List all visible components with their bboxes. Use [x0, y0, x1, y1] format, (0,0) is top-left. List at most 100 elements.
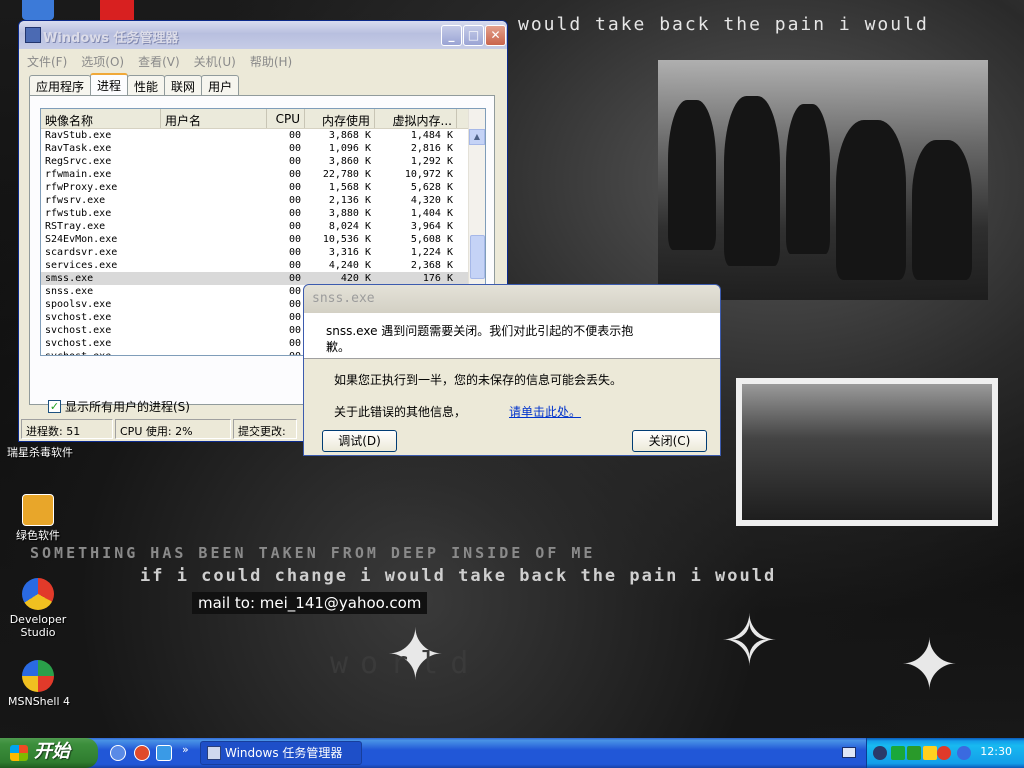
keyboard-icon[interactable]: [842, 747, 856, 758]
process-vm: 4,320 K: [410, 195, 453, 206]
process-name: RegSrvc.exe: [45, 156, 112, 167]
process-user: [161, 168, 267, 181]
start-button[interactable]: 开始: [0, 738, 98, 768]
tray-antivirus-icon[interactable]: [937, 746, 951, 760]
wallpaper-lyric-change: if i could change i would take back the …: [140, 566, 777, 586]
error-dialog[interactable]: snss.exe snss.exe 遇到问题需要关闭。我们对此引起的不便表示抱歉…: [303, 284, 721, 456]
scrollbar-thumb[interactable]: [470, 235, 485, 279]
task-manager-icon: [25, 27, 41, 43]
process-cpu: 00: [288, 182, 301, 193]
process-name: rfwstub.exe: [45, 208, 112, 219]
dragonfly-graphic: ✧: [720, 600, 779, 682]
table-row[interactable]: scardsvr.exe 00 3,316 K 1,224 K: [41, 246, 485, 259]
tab-processes[interactable]: 进程: [90, 73, 129, 95]
menu-help[interactable]: 帮助(H): [250, 53, 292, 70]
process-name: snss.exe: [45, 286, 94, 297]
debug-button[interactable]: 调试(D): [322, 430, 397, 452]
menu-file[interactable]: 文件(F): [27, 53, 67, 70]
tab-users[interactable]: 用户: [201, 75, 240, 95]
process-name: spoolsv.exe: [45, 299, 112, 310]
taskbar-button-label: Windows 任务管理器: [225, 746, 343, 760]
tray-app-icon[interactable]: [907, 746, 921, 760]
maximize-button[interactable]: □: [463, 25, 484, 46]
show-all-users-option[interactable]: ✓ 显示所有用户的进程(S): [48, 398, 190, 415]
process-name: svchost.exe: [41, 350, 161, 355]
tray-hide-arrow-icon[interactable]: [873, 746, 887, 760]
table-row[interactable]: RavStub.exe 00 3,868 K 1,484 K: [41, 129, 485, 142]
column-header-user-name[interactable]: 用户名: [161, 109, 267, 128]
desktop-icon-partial[interactable]: [22, 0, 54, 20]
column-header-vm-size[interactable]: 虚拟内存...: [375, 109, 457, 128]
window-title: Windows 任务管理器: [43, 31, 179, 46]
table-row[interactable]: rfwProxy.exe 00 1,568 K 5,628 K: [41, 181, 485, 194]
tray-app-icon[interactable]: [923, 746, 937, 760]
process-user: [161, 233, 267, 246]
table-row[interactable]: S24EvMon.exe 00 10,536 K 5,608 K: [41, 233, 485, 246]
band-member-figure: [836, 120, 906, 280]
column-header-mem-usage[interactable]: 内存使用: [305, 109, 375, 128]
tab-networking[interactable]: 联网: [164, 75, 203, 95]
process-user: [161, 142, 267, 155]
process-user: [161, 324, 267, 337]
table-row[interactable]: rfwmain.exe 00 22,780 K 10,972 K: [41, 168, 485, 181]
taskbar-button-task-manager[interactable]: Windows 任务管理器: [200, 741, 362, 765]
process-list-header: 映像名称 用户名 CPU 内存使用 虚拟内存...: [41, 109, 485, 129]
process-vm: 1,404 K: [410, 208, 453, 219]
process-user: [161, 246, 267, 259]
more-info-link[interactable]: 请单击此处。: [509, 403, 581, 420]
process-user: [161, 207, 267, 220]
tray-network-icon[interactable]: [891, 746, 905, 760]
desktop-icon-green-software[interactable]: 绿色软件: [8, 494, 68, 542]
process-mem: 3,868 K: [328, 130, 371, 141]
desktop-icon-partial[interactable]: [100, 0, 134, 20]
process-cpu: 00: [288, 143, 301, 154]
clock: 12:30: [980, 745, 1012, 758]
task-manager-titlebar[interactable]: Windows 任务管理器 _ □ ✕: [19, 21, 507, 49]
tab-applications[interactable]: 应用程序: [29, 75, 92, 95]
tab-performance[interactable]: 性能: [127, 75, 166, 95]
process-vm: 5,628 K: [410, 182, 453, 193]
column-header-image-name[interactable]: 映像名称: [41, 109, 161, 128]
tray-app-icon[interactable]: [957, 746, 971, 760]
close-window-button[interactable]: ✕: [485, 25, 506, 46]
task-manager-icon: [207, 746, 221, 760]
process-user: [161, 272, 267, 285]
quicklaunch-ie-icon[interactable]: [156, 745, 172, 761]
process-mem: 1,096 K: [328, 143, 371, 154]
process-mem: 4,240 K: [328, 260, 371, 271]
desktop-icon-msnshell[interactable]: MSNShell 4: [8, 660, 70, 708]
process-cpu: 00: [267, 350, 305, 355]
show-all-users-checkbox[interactable]: ✓: [48, 400, 61, 413]
desktop-icon-developer-studio[interactable]: Developer Studio: [8, 578, 68, 639]
quicklaunch-chevron[interactable]: »: [182, 743, 189, 756]
process-user: [161, 311, 267, 324]
process-vm: 1,484 K: [410, 130, 453, 141]
table-row[interactable]: RSTray.exe 00 8,024 K 3,964 K: [41, 220, 485, 233]
process-vm: 10,972 K: [404, 169, 453, 180]
menu-shutdown[interactable]: 关机(U): [194, 53, 236, 70]
column-header-cpu[interactable]: CPU: [267, 109, 305, 128]
minimize-button[interactable]: _: [441, 25, 462, 46]
close-button[interactable]: 关闭(C): [632, 430, 707, 452]
table-row[interactable]: rfwsrv.exe 00 2,136 K 4,320 K: [41, 194, 485, 207]
quicklaunch-ie-icon[interactable]: [110, 745, 126, 761]
process-user: [161, 129, 267, 142]
process-mem: 2,136 K: [328, 195, 371, 206]
scroll-up-button[interactable]: ▲: [469, 129, 485, 145]
process-cpu: 00: [288, 195, 301, 206]
menu-view[interactable]: 查看(V): [138, 53, 180, 70]
desktop-icon-rising-antivirus[interactable]: 瑞星杀毒软件: [0, 446, 80, 459]
process-mem: 1,568 K: [328, 182, 371, 193]
table-row[interactable]: rfwstub.exe 00 3,880 K 1,404 K: [41, 207, 485, 220]
process-user: [161, 337, 267, 350]
menu-options[interactable]: 选项(O): [81, 53, 124, 70]
table-row[interactable]: RavTask.exe 00 1,096 K 2,816 K: [41, 142, 485, 155]
dialog-title: snss.exe: [312, 291, 375, 306]
band-member-figure: [724, 96, 780, 266]
band-member-figure: [668, 100, 716, 250]
error-dialog-titlebar[interactable]: snss.exe: [304, 285, 720, 313]
table-row[interactable]: services.exe 00 4,240 K 2,368 K: [41, 259, 485, 272]
quicklaunch-app-icon[interactable]: [134, 745, 150, 761]
process-name: services.exe: [45, 260, 118, 271]
table-row[interactable]: RegSrvc.exe 00 3,860 K 1,292 K: [41, 155, 485, 168]
